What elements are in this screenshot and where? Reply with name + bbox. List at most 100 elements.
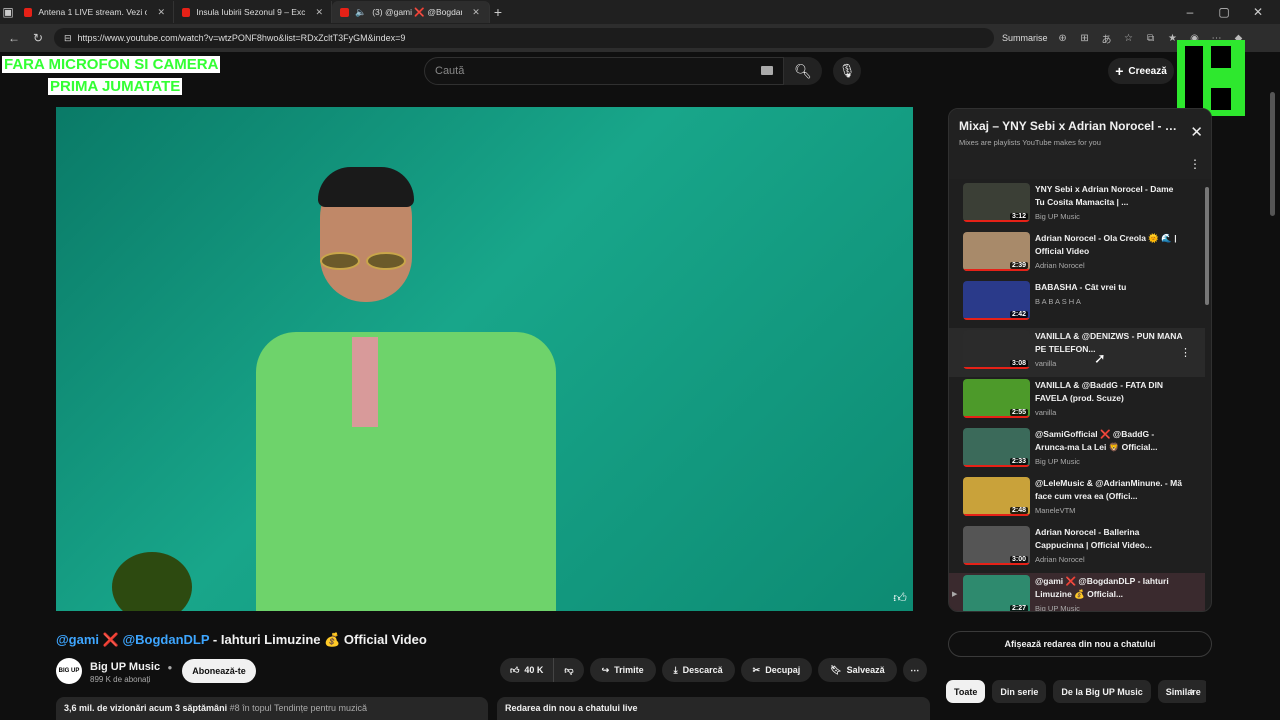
search-input[interactable]: Caută bbox=[424, 57, 784, 85]
close-playlist-icon[interactable]: ✕ bbox=[1190, 123, 1203, 141]
bookmark-icon: 🔖︎ bbox=[830, 664, 842, 675]
playlist-scrollbar[interactable] bbox=[1205, 187, 1209, 305]
close-tab-icon[interactable]: ✕ bbox=[315, 7, 323, 18]
chip-channel[interactable]: De la Big UP Music bbox=[1053, 680, 1151, 703]
create-button[interactable]: + Creează bbox=[1108, 58, 1174, 84]
channel-name[interactable]: Big UP Music bbox=[90, 661, 160, 673]
extensions-puzzle-icon[interactable]: ⧉ bbox=[1144, 31, 1158, 45]
thumbs-down-icon: 👎︎ bbox=[564, 664, 574, 675]
item-menu-icon[interactable]: ⋮ bbox=[1180, 346, 1191, 359]
chip-series[interactable]: Din serie bbox=[992, 680, 1047, 703]
chip-all[interactable]: Toate bbox=[946, 680, 986, 703]
share-icon: ↪ bbox=[601, 664, 610, 675]
summarise-button[interactable]: Summarise bbox=[1002, 33, 1048, 43]
video-duration: 2:39 bbox=[1009, 262, 1028, 269]
video-duration: 2:55 bbox=[1009, 409, 1028, 416]
close-window-icon[interactable]: ✕ bbox=[1250, 4, 1266, 20]
translate-icon[interactable]: あ bbox=[1100, 31, 1114, 46]
playlist-item[interactable]: 2:48 @LeleMusic & @AdrianMinune. - Mă fa… bbox=[949, 475, 1205, 524]
playlist-item-artist: Big UP Music bbox=[1035, 212, 1080, 221]
video-thumbnail[interactable]: 2:39 bbox=[963, 232, 1030, 271]
video-frame-person bbox=[256, 332, 556, 611]
apps-icon[interactable]: ⊞ bbox=[1078, 31, 1092, 45]
video-frame-plant bbox=[112, 552, 192, 611]
like-dislike-group: 👍︎ 40 K 👎︎ bbox=[500, 658, 584, 682]
download-icon: ⤓ bbox=[673, 664, 678, 675]
video-thumbnail[interactable]: 2:33 bbox=[963, 428, 1030, 467]
video-thumbnail[interactable]: 2:48 bbox=[963, 477, 1030, 516]
playlist-item-title: BABASHA - Cât vrei tu bbox=[1035, 282, 1127, 292]
playlist-subtitle: Mixes are playlists YouTube makes for yo… bbox=[959, 138, 1101, 147]
video-thumbnail[interactable]: 2:27 bbox=[963, 575, 1030, 612]
playlist-item[interactable]: 3:12 YNY Sebi x Adrian Norocel - Dame Tu… bbox=[949, 181, 1205, 230]
stream-overlay-line2: PRIMA JUMATATE bbox=[48, 78, 183, 95]
playlist-item[interactable]: 2:33 @SamiGofficial ❌ @BaddG - Arunca-ma… bbox=[949, 426, 1205, 475]
title-mention-bogdan[interactable]: @BogdanDLP bbox=[122, 632, 209, 647]
reload-icon[interactable]: ↻ bbox=[30, 30, 46, 46]
share-label: Trimite bbox=[614, 665, 644, 675]
chip-similar[interactable]: Similare bbox=[1157, 680, 1206, 703]
playlist-item-artist: ManeleVTM bbox=[1035, 506, 1076, 515]
video-thumbnail[interactable]: 2:55 bbox=[963, 379, 1030, 418]
save-button[interactable]: 🔖︎ Salvează bbox=[818, 658, 897, 682]
keyboard-icon[interactable] bbox=[761, 66, 773, 75]
video-thumbnail[interactable]: 2:42 bbox=[963, 281, 1030, 320]
channel-avatar[interactable]: BIG UP bbox=[56, 657, 82, 684]
subscribe-button[interactable]: Abonează-te bbox=[182, 659, 256, 683]
close-tab-icon[interactable]: ✕ bbox=[157, 7, 165, 18]
description-box[interactable]: 3,6 mil. de vizionări acum 3 săptămâni #… bbox=[56, 697, 488, 720]
voice-search-button[interactable]: 🎙︎ bbox=[833, 57, 861, 85]
tab-3[interactable]: 🔈 (3) @gami ❌ @BogdanDLP ✕ bbox=[332, 1, 490, 23]
back-icon[interactable]: ← bbox=[6, 30, 22, 46]
playlist-more-icon[interactable]: ⋮ bbox=[1189, 157, 1201, 171]
video-thumbnail[interactable]: 3:08 bbox=[963, 330, 1030, 369]
mix-playlist-panel: Mixaj – YNY Sebi x Adrian Norocel - Dame… bbox=[948, 108, 1212, 612]
site-info-icon[interactable]: ⊟ bbox=[64, 33, 72, 44]
playlist-title[interactable]: Mixaj – YNY Sebi x Adrian Norocel - Dame… bbox=[959, 119, 1179, 133]
more-actions-button[interactable]: ⋯ bbox=[902, 658, 927, 682]
chevron-right-icon[interactable]: › bbox=[1190, 684, 1194, 698]
video-duration: 2:27 bbox=[1009, 605, 1028, 612]
speaker-icon[interactable]: 🔈 bbox=[355, 7, 366, 18]
show-chat-replay-button[interactable]: Afișează redarea din nou a chatului bbox=[948, 631, 1212, 657]
close-tab-icon[interactable]: ✕ bbox=[472, 7, 480, 18]
playlist-item-artist: Adrian Norocel bbox=[1035, 261, 1085, 270]
youtube-favicon-icon bbox=[182, 7, 191, 17]
plus-icon: + bbox=[1115, 63, 1124, 79]
save-label: Salvează bbox=[846, 665, 885, 675]
like-button[interactable]: 👍︎ 40 K bbox=[500, 658, 553, 682]
playlist-item[interactable]: 3:08 VANILLA & @DENIZWS - PUN MANA PE TE… bbox=[949, 328, 1205, 377]
search-button[interactable]: 🔍︎ bbox=[784, 57, 822, 85]
video-player[interactable]: 👍︎ bbox=[56, 107, 913, 611]
stream-overlay-line1: FARA MICROFON SI CAMERA bbox=[2, 56, 221, 73]
playlist-item-current[interactable]: ▶ 2:27 @gami ❌ @BogdanDLP - Iahturi Limu… bbox=[949, 573, 1205, 612]
dislike-button[interactable]: 👎︎ bbox=[553, 658, 583, 682]
maximize-icon[interactable]: ▢ bbox=[1216, 4, 1232, 20]
video-thumbnail[interactable]: 3:00 bbox=[963, 526, 1030, 565]
video-thumbnail[interactable]: 3:12 bbox=[963, 183, 1030, 222]
tab-2[interactable]: Insula Iubirii Sezonul 9 – Exclusiv ✕ bbox=[174, 1, 332, 23]
views-and-date: 3,6 mil. de vizionări acum 3 săptămâni bbox=[64, 703, 228, 713]
playlist-item[interactable]: 3:00 Adrian Norocel - Ballerina Cappucin… bbox=[949, 524, 1205, 573]
new-tab-icon[interactable]: + bbox=[490, 4, 506, 20]
title-mention-gami[interactable]: @gami bbox=[56, 632, 99, 647]
playlist-item[interactable]: 2:39 Adrian Norocel - Ola Creola 🌞 🌊 | O… bbox=[949, 230, 1205, 279]
thumbs-up-overlay-icon[interactable]: 👍︎ bbox=[891, 589, 909, 607]
minimize-icon[interactable]: – bbox=[1182, 4, 1198, 20]
playlist-item[interactable]: 2:55 VANILLA & @BaddG - FATA DIN FAVELA … bbox=[949, 377, 1205, 426]
now-playing-icon: ▶ bbox=[952, 591, 958, 598]
tab-1[interactable]: Antena 1 LIVE stream. Vezi online ✕ bbox=[16, 1, 174, 23]
playlist-item[interactable]: 2:42 BABASHA - Cât vrei tu B A B A S H A bbox=[949, 279, 1205, 328]
url-field[interactable]: ⊟ https://www.youtube.com/watch?v=wtzPON… bbox=[54, 28, 994, 48]
tab-actions-icon[interactable]: ▣ bbox=[0, 4, 16, 20]
trending-tag[interactable]: #8 în topul Tendințe pentru muzică bbox=[230, 703, 367, 713]
favorite-star-icon[interactable]: ☆ bbox=[1122, 31, 1136, 45]
clip-button[interactable]: ✂ Decupaj bbox=[740, 658, 813, 682]
live-chat-replay-header[interactable]: Redarea din nou a chatului live bbox=[497, 697, 930, 720]
share-button[interactable]: ↪ Trimite bbox=[589, 658, 656, 682]
page-scrollbar[interactable] bbox=[1270, 92, 1275, 216]
download-button[interactable]: ⤓ Descarcă bbox=[661, 658, 735, 682]
address-bar: ← ↻ ⊟ https://www.youtube.com/watch?v=wt… bbox=[0, 24, 1280, 52]
window-controls: – ▢ ✕ bbox=[1182, 4, 1280, 20]
extension-icon[interactable]: ⊕ bbox=[1056, 31, 1070, 45]
